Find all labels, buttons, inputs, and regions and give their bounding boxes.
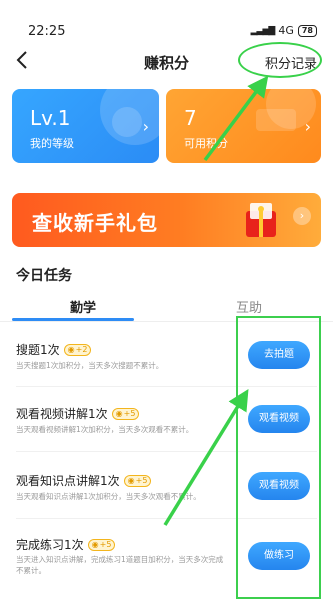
task-name: 观看知识点讲解1次 xyxy=(16,474,120,488)
newbie-gift-banner[interactable]: 查收新手礼包 › xyxy=(12,193,321,247)
coin-icon: ◉ xyxy=(115,408,123,418)
status-indicators: ▂▃▅▇ 4G 78 xyxy=(251,24,317,37)
network-type: 4G xyxy=(278,24,294,37)
level-value: Lv.1 xyxy=(30,106,71,130)
task-description: 当天观看知识点讲解1次加积分，当天多次观看不累计。 xyxy=(16,492,201,501)
coin-badge: ◉ +5 xyxy=(111,407,140,420)
section-title: 今日任务 xyxy=(16,268,72,284)
task-name: 完成练习1次 xyxy=(16,538,84,552)
task-name: 观看视频讲解1次 xyxy=(16,407,108,421)
battery-level: 78 xyxy=(301,25,313,35)
task-description: 当天进入知识点讲解，完成练习1道题目加积分，当天多次完成不累计。 xyxy=(16,555,224,575)
points-value: 7 xyxy=(184,106,197,130)
coin-badge: ◉ +5 xyxy=(87,538,116,551)
task-title-row: 搜题1次 ◉ +2 xyxy=(16,341,92,358)
task-title-row: 完成练习1次 ◉ +5 xyxy=(16,536,116,553)
chevron-right-icon: › xyxy=(142,117,149,136)
task-description: 当天搜题1次加积分，当天多次搜题不累计。 xyxy=(16,361,164,370)
annotation-ellipse xyxy=(238,42,322,78)
tab-study[interactable]: 勤学 xyxy=(70,297,96,316)
chevron-right-icon: › xyxy=(293,207,311,225)
coin-icon: ◉ xyxy=(127,475,135,485)
task-description: 当天观看视频讲解1次加积分，当天多次观看不累计。 xyxy=(16,425,194,434)
tab-help[interactable]: 互助 xyxy=(236,297,262,316)
coin-badge-value: +5 xyxy=(123,408,136,418)
points-card[interactable]: 7 可用积分 › xyxy=(166,89,321,163)
battery-icon: 78 xyxy=(297,24,317,37)
decor-circle xyxy=(112,107,142,137)
coin-badge-value: +5 xyxy=(99,539,112,549)
annotation-frame xyxy=(236,316,321,599)
coin-badge-value: +2 xyxy=(75,344,88,354)
level-card[interactable]: Lv.1 我的等级 › xyxy=(12,89,159,163)
task-title-row: 观看知识点讲解1次 ◉ +5 xyxy=(16,472,152,489)
coin-badge: ◉ +2 xyxy=(63,343,92,356)
coin-icon: ◉ xyxy=(67,344,75,354)
coin-badge-value: +5 xyxy=(135,475,148,485)
gift-icon xyxy=(246,203,276,237)
coin-badge: ◉ +5 xyxy=(123,474,152,487)
status-time: 22:25 xyxy=(28,24,66,39)
signal-icon: ▂▃▅▇ xyxy=(250,25,276,36)
level-label: 我的等级 xyxy=(30,137,74,150)
task-name: 搜题1次 xyxy=(16,343,60,357)
points-label: 可用积分 xyxy=(184,137,228,150)
status-bar: 22:25 ▂▃▅▇ 4G 78 xyxy=(0,0,333,40)
task-title-row: 观看视频讲解1次 ◉ +5 xyxy=(16,405,140,422)
banner-title: 查收新手礼包 xyxy=(32,211,158,235)
arrow-to-buttons xyxy=(163,389,249,526)
chevron-right-icon: › xyxy=(304,117,311,136)
coin-icon: ◉ xyxy=(91,539,99,549)
